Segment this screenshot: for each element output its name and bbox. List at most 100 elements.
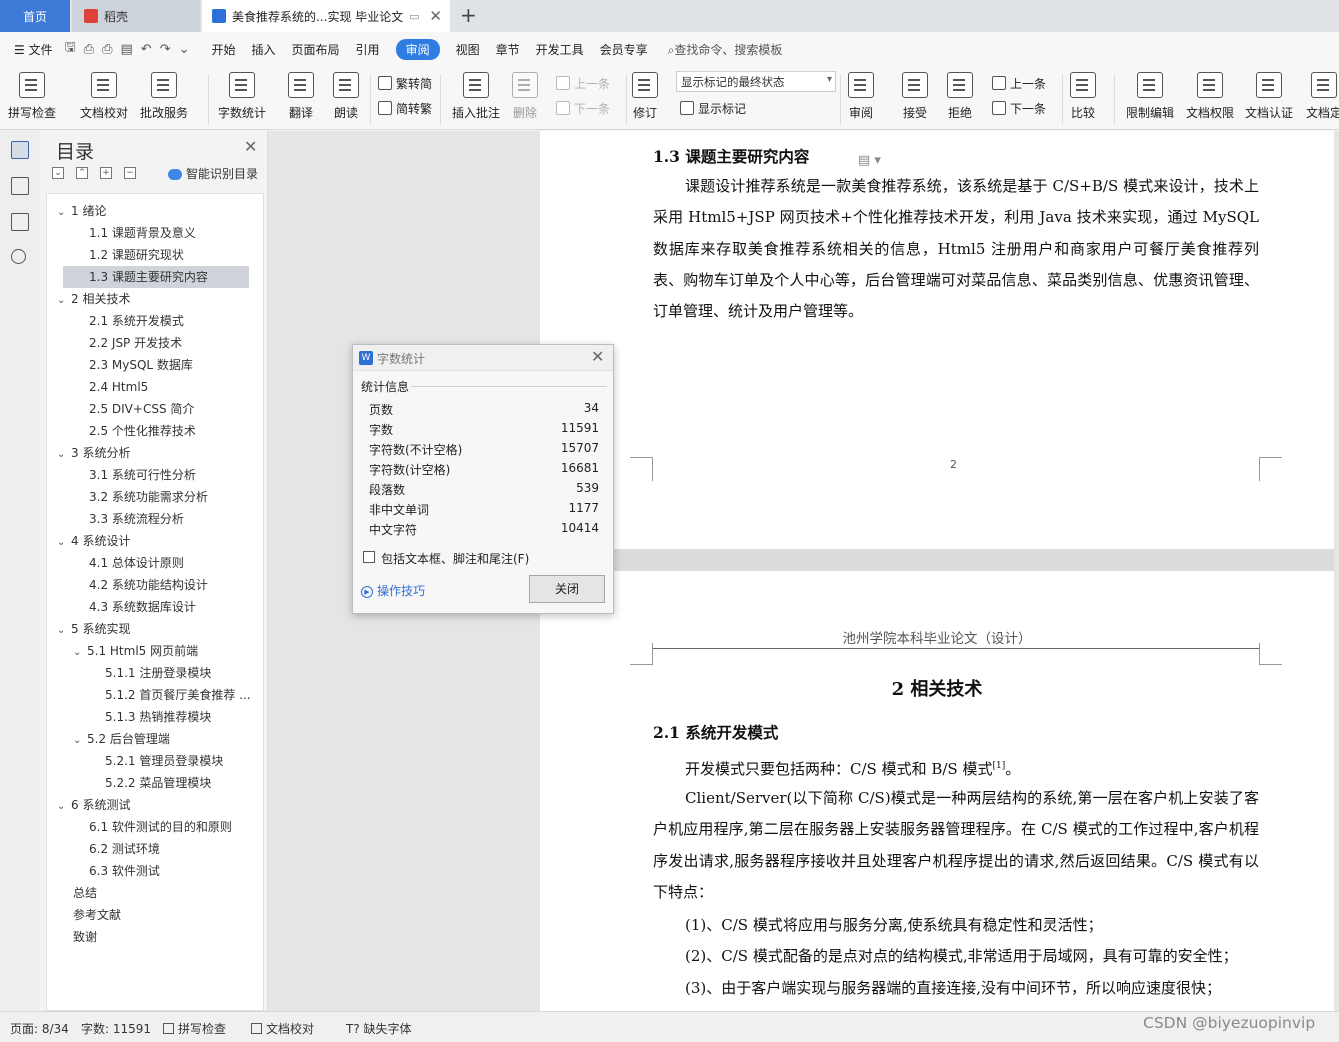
chevron-down-icon[interactable]: ⌄ xyxy=(57,444,71,464)
citation[interactable]: [1] xyxy=(992,761,1005,771)
chevron-down-icon[interactable]: ⌄ xyxy=(73,642,87,662)
menu-start[interactable]: 开始 xyxy=(212,41,236,58)
save-icon[interactable]: 🖫 xyxy=(65,38,76,60)
menu-insert[interactable]: 插入 xyxy=(252,41,276,58)
compare-button[interactable]: 比较 xyxy=(1070,66,1096,130)
toc-item[interactable]: 2.2 JSP 开发技术 xyxy=(89,332,261,354)
toc-item[interactable]: ⌄ 2 相关技术 xyxy=(57,288,261,310)
page-menu-icon[interactable]: ▤ ▾ xyxy=(858,153,881,168)
tips-link[interactable]: ▶ 操作技巧 xyxy=(361,582,425,599)
file-menu[interactable]: ☰ 文件 xyxy=(14,41,53,58)
new-tab-button[interactable]: + xyxy=(460,3,477,27)
next-change-button[interactable]: 下一条 xyxy=(992,97,1046,119)
toc-item[interactable]: 5.2.2 菜品管理模块 xyxy=(105,772,261,794)
page-indicator[interactable]: 页面: 8/34 xyxy=(10,1020,69,1037)
preview-icon[interactable]: ▤ xyxy=(120,42,132,57)
toc-item[interactable]: 总结 xyxy=(73,882,261,904)
close-icon[interactable]: ✕ xyxy=(591,347,604,366)
missing-font-status[interactable]: T? 缺失字体 xyxy=(346,1020,412,1037)
tab-document[interactable]: 美食推荐系统的...实现 毕业论文 ▭ ✕ xyxy=(202,0,450,32)
next-comment-button[interactable]: 下一条 xyxy=(556,97,610,119)
chevron-down-icon[interactable]: ⌄ xyxy=(57,202,71,222)
tab-home[interactable]: 首页 xyxy=(0,0,70,32)
toc-item[interactable]: ⌄ 4 系统设计 xyxy=(57,530,261,552)
more-icon[interactable]: ⌄ xyxy=(179,42,190,57)
toc-item[interactable]: 4.2 系统功能结构设计 xyxy=(89,574,261,596)
toc-item[interactable]: 2.3 MySQL 数据库 xyxy=(89,354,261,376)
prev-comment-button[interactable]: 上一条 xyxy=(556,72,610,94)
batch-service-button[interactable]: 批改服务 xyxy=(140,66,188,130)
command-search[interactable]: ⌕查找命令、搜索模板 xyxy=(668,41,783,58)
menu-chapter[interactable]: 章节 xyxy=(496,41,520,58)
chevron-down-icon[interactable]: ⌄ xyxy=(57,796,71,816)
dialog-titlebar[interactable]: W 字数统计 ✕ xyxy=(353,345,613,371)
chapter-nav-icon[interactable] xyxy=(11,177,29,195)
toc-item[interactable]: 5.2.1 管理员登录模块 xyxy=(105,750,261,772)
review-pane-button[interactable]: 审阅 xyxy=(848,66,874,130)
markup-state-select[interactable]: 显示标记的最终状态 xyxy=(676,71,836,92)
expand-all-icon[interactable]: ⌃ xyxy=(76,167,88,179)
chevron-down-icon[interactable]: ⌄ xyxy=(57,290,71,310)
toc-item[interactable]: 4.3 系统数据库设计 xyxy=(89,596,261,618)
insert-comment-button[interactable]: 插入批注 xyxy=(452,66,500,130)
restrict-edit-button[interactable]: 限制编辑 xyxy=(1126,66,1174,130)
bookmark-icon[interactable] xyxy=(11,213,29,231)
print-icon[interactable]: ⎙ xyxy=(102,42,112,57)
delete-comment-button[interactable]: 删除 xyxy=(512,66,538,130)
close-tab-icon[interactable]: ✕ xyxy=(429,7,442,25)
add-heading-icon[interactable]: + xyxy=(100,167,112,179)
accept-button[interactable]: 接受 xyxy=(902,66,928,130)
show-markup-button[interactable]: 显示标记 xyxy=(680,97,746,119)
toc-item[interactable]: 5.1.1 注册登录模块 xyxy=(105,662,261,684)
doc-proof-status[interactable]: 文档校对 xyxy=(251,1020,314,1037)
toc-item[interactable]: ⌄ 1 绪论 xyxy=(57,200,261,222)
toc-item[interactable]: 5.1.2 首页餐厅美食推荐 ... xyxy=(105,684,261,706)
smart-toc-button[interactable]: 智能识别目录 xyxy=(168,165,258,182)
tab-daoke[interactable]: 稻壳 xyxy=(72,0,200,32)
chevron-down-icon[interactable]: ⌄ xyxy=(57,620,71,640)
spell-check-status[interactable]: 拼写检查 xyxy=(163,1020,226,1037)
prev-change-button[interactable]: 上一条 xyxy=(992,72,1046,94)
toc-item[interactable]: ⌄ 5.1 Html5 网页前端 xyxy=(73,640,261,662)
menu-member[interactable]: 会员专享 xyxy=(600,41,648,58)
translate-button[interactable]: 翻译 xyxy=(288,66,314,130)
menu-dev-tools[interactable]: 开发工具 xyxy=(536,41,584,58)
toc-item[interactable]: 1.3 课题主要研究内容 xyxy=(63,266,249,288)
track-changes-button[interactable]: 修订 xyxy=(632,66,658,130)
toc-item[interactable]: 2.1 系统开发模式 xyxy=(89,310,261,332)
reject-button[interactable]: 拒绝 xyxy=(947,66,973,130)
toc-item[interactable]: 4.1 总体设计原则 xyxy=(89,552,261,574)
export-icon[interactable]: ⎙ xyxy=(84,42,94,57)
toc-item[interactable]: ⌄ 5 系统实现 xyxy=(57,618,261,640)
collapse-all-icon[interactable]: ⌄ xyxy=(52,167,64,179)
toc-item[interactable]: 1.1 课题背景及意义 xyxy=(89,222,261,244)
spell-check-button[interactable]: 拼写检查 xyxy=(8,66,56,130)
toc-item[interactable]: 3.1 系统可行性分析 xyxy=(89,464,261,486)
undo-icon[interactable]: ↶ xyxy=(141,42,152,57)
menu-view[interactable]: 视图 xyxy=(456,41,480,58)
toc-item[interactable]: 参考文献 xyxy=(73,904,261,926)
include-textbox-label[interactable]: 包括文本框、脚注和尾注(F) xyxy=(381,550,529,567)
to-traditional-button[interactable]: 繁转简 xyxy=(378,72,432,94)
doc-proof-button[interactable]: 文档校对 xyxy=(80,66,128,130)
close-icon[interactable]: ✕ xyxy=(244,137,257,156)
screen-icon[interactable]: ▭ xyxy=(409,10,419,23)
toc-item[interactable]: ⌄ 5.2 后台管理端 xyxy=(73,728,261,750)
menu-review[interactable]: 审阅 xyxy=(395,38,440,60)
word-count-indicator[interactable]: 字数: 11591 xyxy=(81,1020,151,1037)
chevron-down-icon[interactable]: ⌄ xyxy=(57,532,71,552)
chevron-down-icon[interactable]: ⌄ xyxy=(73,730,87,750)
toc-item[interactable]: 3.3 系统流程分析 xyxy=(89,508,261,530)
toc-panel-icon[interactable] xyxy=(11,141,29,159)
toc-item[interactable]: 2.5 个性化推荐技术 xyxy=(89,420,261,442)
include-textbox-checkbox[interactable] xyxy=(363,551,375,563)
remove-heading-icon[interactable]: − xyxy=(124,167,136,179)
to-simplified-button[interactable]: 简转繁 xyxy=(378,97,432,119)
toc-item[interactable]: ⌄ 3 系统分析 xyxy=(57,442,261,464)
doc-final-button[interactable]: 文档定 xyxy=(1306,66,1339,130)
toc-item[interactable]: 2.5 DIV+CSS 简介 xyxy=(89,398,261,420)
find-icon[interactable] xyxy=(11,249,26,264)
toc-item[interactable]: ⌄ 6 系统测试 xyxy=(57,794,261,816)
toc-item[interactable]: 致谢 xyxy=(73,926,261,948)
toc-item[interactable]: 5.1.3 热销推荐模块 xyxy=(105,706,261,728)
